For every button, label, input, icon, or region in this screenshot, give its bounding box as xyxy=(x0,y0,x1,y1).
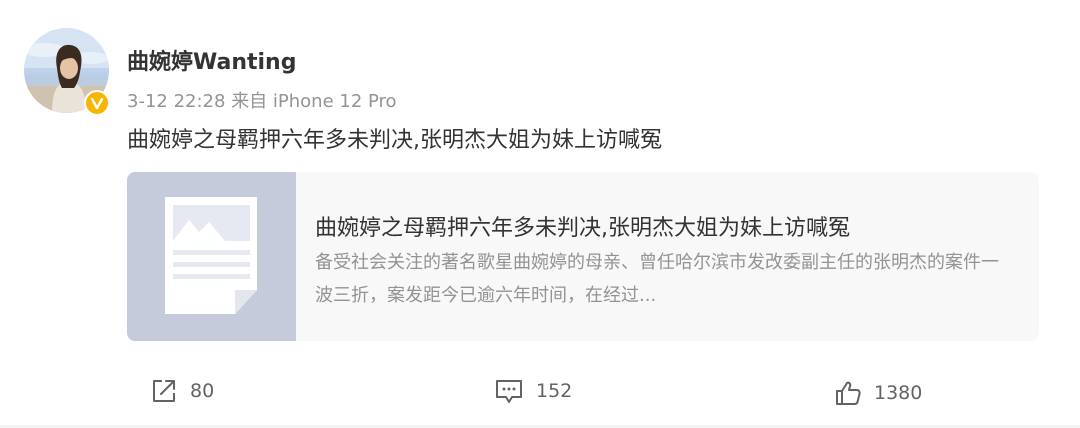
repost-button[interactable]: 80 xyxy=(150,376,214,406)
card-title: 曲婉婷之母羁押六年多未判决,张明杰大姐为妹上访喊冤 xyxy=(315,216,850,241)
like-button[interactable]: 1380 xyxy=(834,378,922,408)
card-thumbnail xyxy=(127,172,296,341)
like-count: 1380 xyxy=(874,382,923,404)
comment-count: 152 xyxy=(536,380,573,402)
repost-icon xyxy=(153,380,175,402)
comment-icon xyxy=(496,380,522,403)
post-text: 曲婉婷之母羁押六年多未判决,张明杰大姐为妹上访喊冤 xyxy=(127,128,662,153)
post-meta: 3-12 22:28 来自 iPhone 12 Pro xyxy=(127,87,397,113)
repost-count: 80 xyxy=(190,380,215,402)
post-source[interactable]: 来自 iPhone 12 Pro xyxy=(231,91,396,112)
comment-button[interactable]: 152 xyxy=(494,376,572,406)
verified-badge-icon xyxy=(84,90,110,116)
post-timestamp[interactable]: 3-12 22:28 xyxy=(127,91,225,112)
article-placeholder-icon xyxy=(165,197,257,314)
username[interactable]: 曲婉婷Wanting xyxy=(127,44,296,76)
thumbs-up-icon xyxy=(836,381,861,405)
link-card[interactable]: 曲婉婷之母羁押六年多未判决,张明杰大姐为妹上访喊冤 备受社会关注的著名歌星曲婉婷… xyxy=(127,172,1039,341)
card-description: 备受社会关注的著名歌星曲婉婷的母亲、曾任哈尔滨市发改委副主任的张明杰的案件一波三… xyxy=(315,252,999,306)
